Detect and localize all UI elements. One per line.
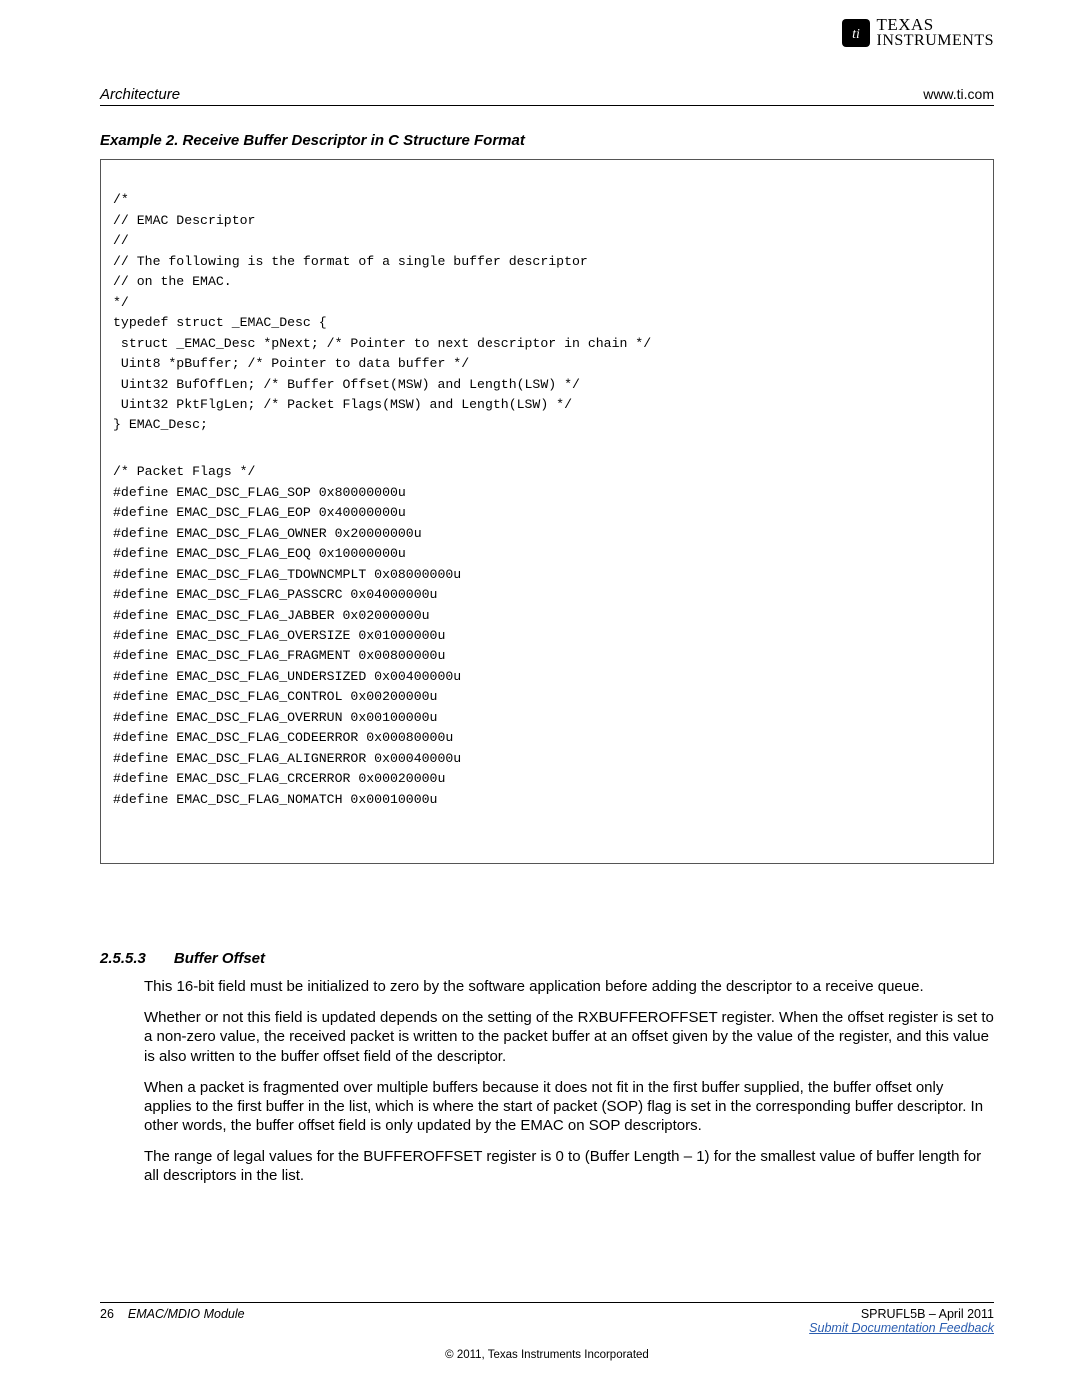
svg-text:ti: ti (853, 27, 861, 42)
running-header: Architecture www.ti.com (100, 86, 994, 106)
section-title: Buffer Offset (174, 950, 265, 967)
code-block-2: /* Packet Flags */ #define EMAC_DSC_FLAG… (113, 462, 981, 810)
page-number: 26 (100, 1307, 114, 1321)
footer-copyright: © 2011, Texas Instruments Incorporated (100, 1349, 994, 1361)
page-footer: 26 EMAC/MDIO Module SPRUFL5B – April 201… (100, 1302, 994, 1361)
page-root: ti TEXAS INSTRUMENTS Architecture www.ti… (0, 0, 1080, 1397)
section-paragraph: When a packet is fragmented over multipl… (144, 1078, 994, 1136)
footer-rule (100, 1302, 994, 1303)
code-block-1: /* // EMAC Descriptor // // The followin… (113, 190, 981, 435)
footer-left: 26 EMAC/MDIO Module (100, 1307, 245, 1335)
footer-doc-id: SPRUFL5B – April 2011 (809, 1307, 994, 1321)
header-section-name: Architecture (100, 86, 180, 103)
ti-logo-text: TEXAS INSTRUMENTS (876, 16, 994, 49)
section-number: 2.5.5.3 (100, 950, 146, 967)
footer-right: SPRUFL5B – April 2011 Submit Documentati… (809, 1307, 994, 1335)
ti-logo: ti TEXAS INSTRUMENTS (842, 16, 994, 49)
code-listing: /* // EMAC Descriptor // // The followin… (100, 159, 994, 864)
section-paragraph: This 16-bit field must be initialized to… (144, 977, 994, 996)
section-2-5-5-3: 2.5.5.3 Buffer Offset This 16-bit field … (100, 950, 994, 1186)
section-paragraph: The range of legal values for the BUFFER… (144, 1147, 994, 1185)
ti-chip-icon: ti (842, 19, 870, 47)
section-heading: 2.5.5.3 Buffer Offset (100, 950, 994, 967)
logo-line-2: INSTRUMENTS (876, 33, 994, 49)
submit-feedback-link[interactable]: Submit Documentation Feedback (809, 1321, 994, 1335)
example-title: Example 2. Receive Buffer Descriptor in … (100, 132, 994, 149)
footer-doc-title: EMAC/MDIO Module (128, 1307, 245, 1321)
header-url: www.ti.com (923, 86, 994, 102)
section-paragraph: Whether or not this field is updated dep… (144, 1008, 994, 1066)
logo-line-1: TEXAS (876, 16, 994, 33)
section-body: This 16-bit field must be initialized to… (144, 977, 994, 1186)
